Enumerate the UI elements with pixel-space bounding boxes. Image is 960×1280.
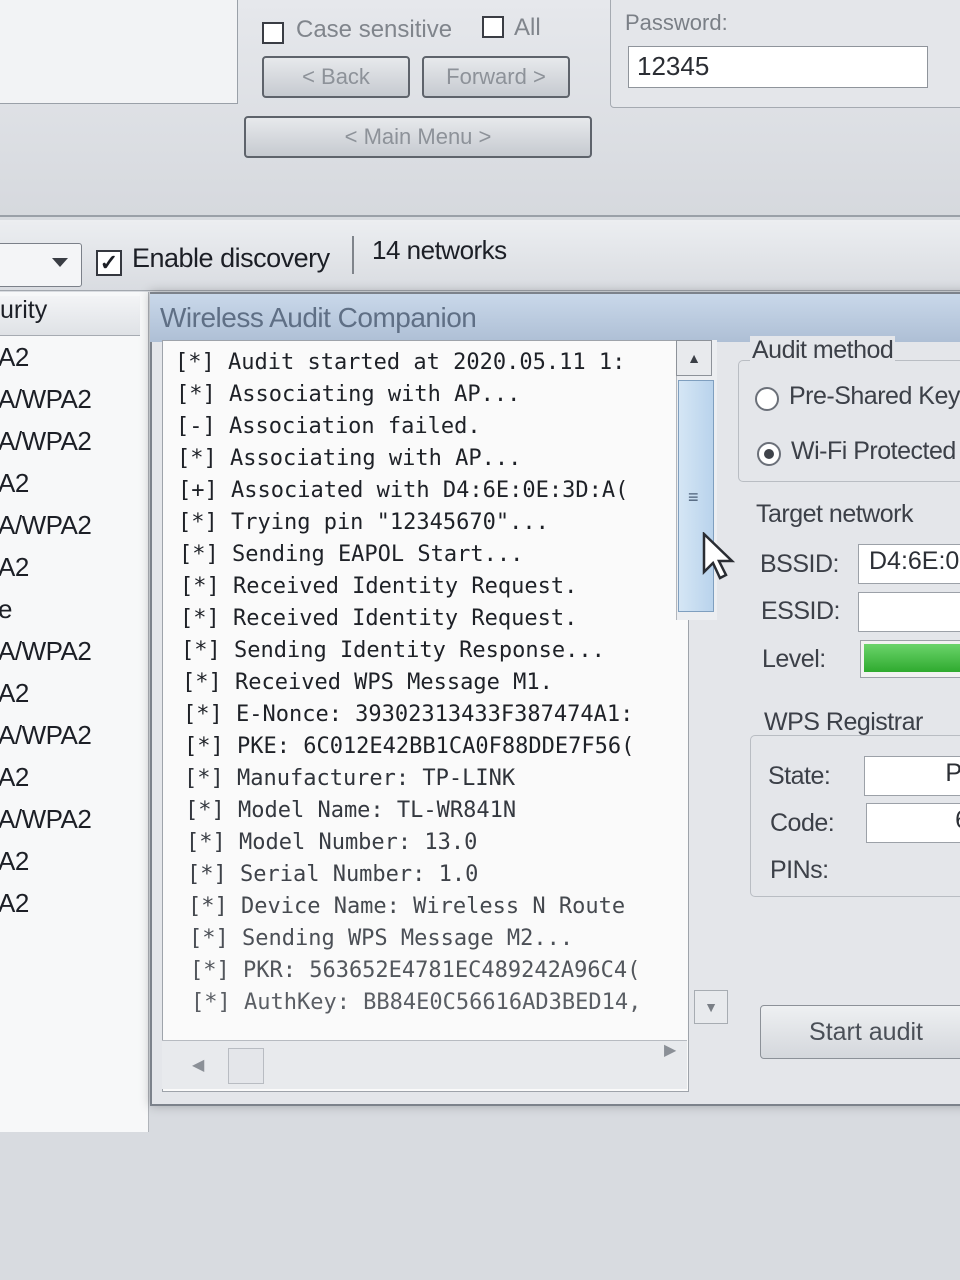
wifi-protected-label: Wi-Fi Protected bbox=[791, 437, 956, 465]
horizontal-scrollbar-thumb[interactable] bbox=[228, 1048, 264, 1084]
start-audit-button[interactable]: Start audit bbox=[760, 1005, 960, 1059]
wps-registrar-title: WPS Registrar bbox=[764, 708, 923, 736]
grip-icon: ≡ bbox=[688, 487, 699, 507]
log-line: [*] Device Name: Wireless N Route bbox=[188, 894, 626, 919]
target-network-title: Target network bbox=[756, 500, 913, 528]
list-item[interactable]: A2 bbox=[0, 888, 29, 919]
list-item[interactable]: A/WPA2 bbox=[0, 636, 92, 667]
log-line: [*] Trying pin "12345670"... bbox=[178, 510, 549, 535]
list-item[interactable]: A/WPA2 bbox=[0, 510, 92, 541]
list-item[interactable]: A2 bbox=[0, 846, 29, 877]
level-label: Level: bbox=[762, 645, 826, 673]
radio-pre-shared-key[interactable] bbox=[755, 387, 779, 411]
log-line: [*] Received Identity Request. bbox=[180, 574, 578, 599]
password-label: Password: bbox=[625, 10, 728, 35]
list-item[interactable]: A2 bbox=[0, 468, 29, 499]
list-item[interactable]: e bbox=[0, 594, 12, 625]
list-item[interactable]: A2 bbox=[0, 552, 29, 583]
pins-label: PINs: bbox=[770, 856, 829, 884]
log-line: [*] Sending EAPOL Start... bbox=[179, 542, 524, 567]
log-line: [*] Model Name: TL-WR841N bbox=[185, 798, 517, 823]
results-box bbox=[0, 0, 238, 104]
state-label: State: bbox=[768, 762, 831, 790]
radio-wifi-protected[interactable] bbox=[757, 442, 781, 466]
code-label: Code: bbox=[770, 809, 835, 837]
list-item[interactable]: A2 bbox=[0, 342, 29, 373]
list-item[interactable]: A/WPA2 bbox=[0, 804, 92, 835]
main-menu-button[interactable]: < Main Menu > bbox=[244, 116, 592, 158]
network-count: 14 networks bbox=[372, 235, 507, 265]
log-line: [*] Associating with AP... bbox=[176, 382, 521, 407]
list-item[interactable]: A/WPA2 bbox=[0, 384, 92, 415]
back-button[interactable]: < Back bbox=[262, 56, 410, 98]
chevron-down-icon[interactable] bbox=[52, 258, 68, 267]
code-field[interactable]: 6 bbox=[866, 803, 960, 843]
bssid-field[interactable]: D4:6E:0 bbox=[858, 544, 960, 584]
state-field[interactable]: PI bbox=[864, 756, 960, 796]
case-sensitive-checkbox[interactable] bbox=[262, 22, 284, 44]
enable-discovery-checkbox[interactable]: ✓ bbox=[96, 250, 122, 276]
dialog-title: Wireless Audit Companion bbox=[160, 302, 477, 333]
log-line: [*] Audit started at 2020.05.11 1: bbox=[175, 350, 626, 375]
list-item[interactable]: A2 bbox=[0, 678, 29, 709]
log-line: [*] PKE: 6C012E42BB1CA0F88DDE7F56( bbox=[184, 734, 635, 759]
password-field[interactable]: 12345 bbox=[628, 46, 928, 88]
log-line: [*] AuthKey: BB84E0C56616AD3BED14, bbox=[191, 990, 642, 1015]
list-item[interactable]: A2 bbox=[0, 762, 29, 793]
forward-button[interactable]: Forward > bbox=[422, 56, 570, 98]
log-line: [+] Associated with D4:6E:0E:3D:A( bbox=[178, 478, 629, 503]
toolbar-separator bbox=[352, 236, 354, 274]
log-line: [-] Association failed. bbox=[176, 414, 481, 439]
security-column-header[interactable]: urity bbox=[0, 296, 140, 336]
essid-field[interactable] bbox=[858, 592, 960, 632]
log-line: [*] Received Identity Request. bbox=[180, 606, 578, 631]
scroll-left-arrow-icon[interactable]: ◀ bbox=[192, 1055, 204, 1075]
log-line: [*] Manufacturer: TP-LINK bbox=[184, 766, 516, 791]
case-sensitive-label: Case sensitive bbox=[296, 16, 453, 43]
adapter-combobox[interactable] bbox=[0, 243, 82, 287]
network-list bbox=[0, 292, 149, 1132]
enable-discovery-label: Enable discovery bbox=[132, 243, 330, 273]
log-line: [*] Sending Identity Response... bbox=[181, 638, 605, 663]
log-line: [*] E-Nonce: 39302313433F387474A1: bbox=[183, 702, 634, 727]
log-line: [*] Model Number: 13.0 bbox=[186, 830, 478, 855]
scroll-down-arrow-icon[interactable]: ▼ bbox=[694, 990, 728, 1024]
audit-method-title: Audit method bbox=[750, 336, 896, 365]
log-line: [*] Received WPS Message M1. bbox=[182, 670, 553, 695]
scroll-right-arrow-icon[interactable]: ▶ bbox=[664, 1040, 676, 1060]
signal-level-fill bbox=[864, 644, 960, 672]
log-line: [*] Serial Number: 1.0 bbox=[187, 862, 479, 887]
mouse-pointer-icon bbox=[702, 532, 736, 580]
bssid-label: BSSID: bbox=[760, 550, 839, 578]
list-item[interactable]: A/WPA2 bbox=[0, 426, 92, 457]
list-item[interactable]: A/WPA2 bbox=[0, 720, 92, 751]
all-checkbox[interactable] bbox=[482, 16, 504, 38]
log-line: [*] Associating with AP... bbox=[177, 446, 522, 471]
all-label: All bbox=[514, 14, 541, 41]
scroll-up-arrow-icon[interactable]: ▲ bbox=[676, 340, 712, 376]
log-line: [*] Sending WPS Message M2... bbox=[189, 926, 574, 951]
log-line: [*] PKR: 563652E4781EC489242A96C4( bbox=[190, 958, 641, 983]
essid-label: ESSID: bbox=[761, 597, 840, 625]
pre-shared-key-label: Pre-Shared Key bbox=[789, 382, 960, 410]
